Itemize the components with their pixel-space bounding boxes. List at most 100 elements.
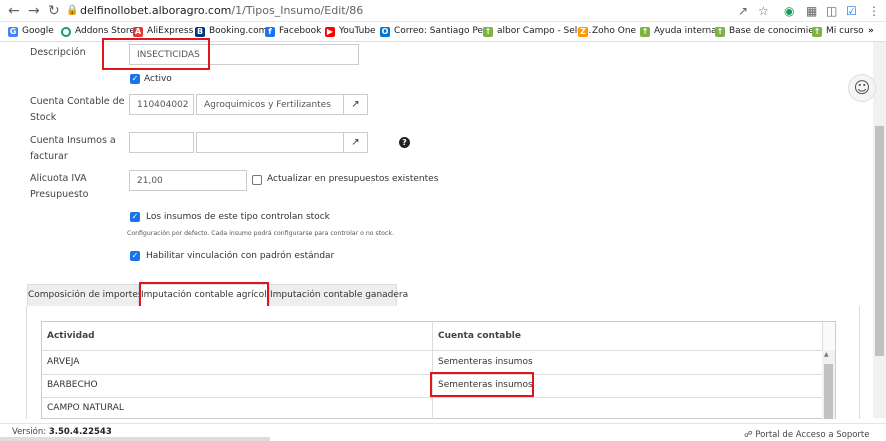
reload-icon[interactable]: ↻ bbox=[48, 3, 60, 19]
bookmark-label: Google bbox=[22, 26, 54, 36]
forward-icon[interactable]: → bbox=[28, 3, 40, 19]
version-value: 3.50.4.22543 bbox=[48, 427, 112, 437]
highlight-cuenta-barbecho bbox=[430, 372, 534, 397]
descripcion-label: Descripción bbox=[30, 47, 86, 58]
bookmark-label: Mi curso bbox=[826, 26, 864, 36]
help-icon[interactable]: ? bbox=[399, 137, 410, 148]
sprout-icon: ↑ bbox=[640, 27, 650, 37]
bookmark-albor[interactable]: ↑ albor Campo - Sele... bbox=[483, 25, 591, 38]
star-icon[interactable]: ☆ bbox=[758, 4, 769, 18]
bookmark-addons[interactable]: ● Addons Store bbox=[61, 25, 135, 38]
tab-composicion-importes[interactable]: Composición de importes bbox=[27, 284, 143, 307]
controlan-stock-note: Configuración por defecto. Cada insumo p… bbox=[127, 230, 394, 237]
bookmark-label: Correo: Santiago Pe... bbox=[394, 26, 492, 36]
support-label: Portal de Acceso a Soporte bbox=[755, 430, 870, 440]
sprout-icon: ↑ bbox=[483, 27, 493, 37]
table-header-scroll-gutter bbox=[822, 322, 835, 350]
activo-checkbox[interactable]: ✓ bbox=[130, 74, 140, 84]
menu-icon[interactable]: ⋮ bbox=[868, 4, 880, 18]
bookmark-micurso[interactable]: ↑ Mi curso bbox=[812, 25, 864, 38]
controlan-stock-label: Los insumos de este tipo controlan stock bbox=[146, 212, 330, 222]
user-icon[interactable]: ☺ bbox=[848, 74, 876, 102]
bookmark-label: Booking.com bbox=[209, 26, 268, 36]
column-divider bbox=[432, 322, 433, 419]
lock-icon: 🔒 bbox=[66, 5, 79, 16]
cuenta-insumos-label-line1: Cuenta Insumos a bbox=[30, 135, 116, 146]
back-icon[interactable]: ← bbox=[8, 3, 20, 19]
bookmark-label: AliExpress bbox=[147, 26, 194, 36]
cell-actividad: BARBECHO bbox=[47, 380, 98, 390]
tab-imputacion-ganadera[interactable]: Imputación contable ganadera bbox=[269, 284, 408, 307]
bookmark-label: Ayuda interna bbox=[654, 26, 717, 36]
bookmark-ayuda[interactable]: ↑ Ayuda interna bbox=[640, 25, 717, 38]
bookmark-youtube[interactable]: ▶ YouTube bbox=[325, 25, 376, 38]
bookmark-facebook[interactable]: f Facebook bbox=[265, 25, 321, 38]
header-divider bbox=[42, 350, 823, 351]
bookmark-label: Addons Store bbox=[75, 26, 135, 36]
zoho-icon: Z bbox=[578, 27, 588, 37]
puzzle-icon[interactable]: ▦ bbox=[806, 4, 817, 18]
bookmark-zoho[interactable]: Z Zoho One bbox=[578, 25, 636, 38]
cuenta-contable-label-line1: Cuenta Contable de bbox=[30, 96, 125, 107]
alicuota-input[interactable]: 21,00 bbox=[129, 170, 247, 191]
row-divider bbox=[42, 397, 823, 398]
cuenta-contable-label-line2: Stock bbox=[30, 112, 57, 123]
outlook-icon: O bbox=[380, 27, 390, 37]
status-bar bbox=[0, 437, 270, 441]
support-link[interactable]: ☍ Portal de Acceso a Soporte bbox=[744, 430, 870, 440]
bookmark-label: YouTube bbox=[339, 26, 376, 36]
cuenta-contable-name-input[interactable]: Agroquimicos y Fertilizantes bbox=[196, 94, 344, 115]
youtube-icon: ▶ bbox=[325, 27, 335, 37]
highlight-descripcion bbox=[102, 38, 210, 70]
activo-label: Activo bbox=[144, 74, 172, 84]
habilitar-label: Habilitar vinculación con padrón estánda… bbox=[146, 251, 335, 261]
aliexpress-icon: A bbox=[133, 27, 143, 37]
table-scroll-thumb[interactable] bbox=[824, 364, 833, 419]
profile-check-icon[interactable]: ☑ bbox=[846, 4, 857, 18]
version-label: Versión: bbox=[12, 427, 47, 437]
cell-cuenta[interactable]: Sementeras insumos bbox=[438, 351, 533, 373]
cuenta-insumos-label-line2: facturar bbox=[30, 151, 68, 162]
headset-icon: ☍ bbox=[744, 430, 753, 440]
cell-actividad: CAMPO NATURAL bbox=[47, 403, 124, 413]
bookmark-google[interactable]: G Google bbox=[8, 25, 54, 38]
alicuota-label-line1: Alicuota IVA bbox=[30, 173, 87, 184]
bookmark-label: Zoho One bbox=[592, 26, 637, 36]
version-text: Versión: 3.50.4.22543 bbox=[12, 427, 112, 437]
actualizar-label: Actualizar en presupuestos existentes bbox=[267, 174, 439, 184]
bookmark-correo[interactable]: O Correo: Santiago Pe... bbox=[380, 25, 492, 38]
sprout-icon: ↑ bbox=[812, 27, 822, 37]
external-link-icon[interactable]: ↗ bbox=[343, 132, 368, 153]
extension-shield-icon[interactable]: ◉ bbox=[784, 4, 794, 18]
bookmark-base[interactable]: ↑ Base de conocimie... bbox=[715, 25, 822, 38]
addons-icon: ● bbox=[61, 27, 71, 37]
cuenta-contable-label: Cuenta Contable de Stock bbox=[30, 94, 125, 126]
bookmark-label: Facebook bbox=[279, 26, 322, 36]
habilitar-checkbox[interactable]: ✓ bbox=[130, 251, 140, 261]
sidepanel-icon[interactable]: ◫ bbox=[826, 4, 837, 18]
bookmark-booking[interactable]: B Booking.com bbox=[195, 25, 267, 38]
url-field[interactable]: delfinollobet.alboragro.com/1/Tipos_Insu… bbox=[80, 4, 363, 17]
external-link-icon[interactable]: ↗ bbox=[343, 94, 368, 115]
actualizar-checkbox[interactable] bbox=[252, 175, 262, 185]
column-header-cuenta-contable[interactable]: Cuenta contable bbox=[438, 322, 521, 350]
cell-actividad: ARVEJA bbox=[47, 357, 80, 367]
sprout-icon: ↑ bbox=[715, 27, 725, 37]
browser-address-bar: ← → ↻ 🔒 delfinollobet.alboragro.com/1/Ti… bbox=[0, 0, 886, 22]
cuenta-insumos-label: Cuenta Insumos a facturar bbox=[30, 133, 116, 165]
alicuota-label-line2: Presupuesto bbox=[30, 189, 89, 200]
scroll-up-arrow-icon[interactable]: ▲ bbox=[824, 351, 829, 358]
alicuota-label: Alicuota IVA Presupuesto bbox=[30, 171, 88, 203]
column-header-actividad[interactable]: Actividad bbox=[47, 322, 95, 350]
cuenta-insumos-code-input[interactable] bbox=[129, 132, 194, 153]
more-bookmarks-icon[interactable]: » bbox=[868, 25, 874, 38]
bookmark-label: Base de conocimie... bbox=[729, 26, 823, 36]
booking-icon: B bbox=[195, 27, 205, 37]
cuenta-insumos-name-input[interactable] bbox=[196, 132, 344, 153]
share-icon[interactable]: ↗ bbox=[738, 4, 748, 18]
facebook-icon: f bbox=[265, 27, 275, 37]
page-scroll-thumb[interactable] bbox=[875, 126, 884, 356]
controlan-stock-checkbox[interactable]: ✓ bbox=[130, 212, 140, 222]
cuenta-contable-code-input[interactable]: 110404002 bbox=[129, 94, 194, 115]
bookmark-aliexpress[interactable]: A AliExpress bbox=[133, 25, 193, 38]
